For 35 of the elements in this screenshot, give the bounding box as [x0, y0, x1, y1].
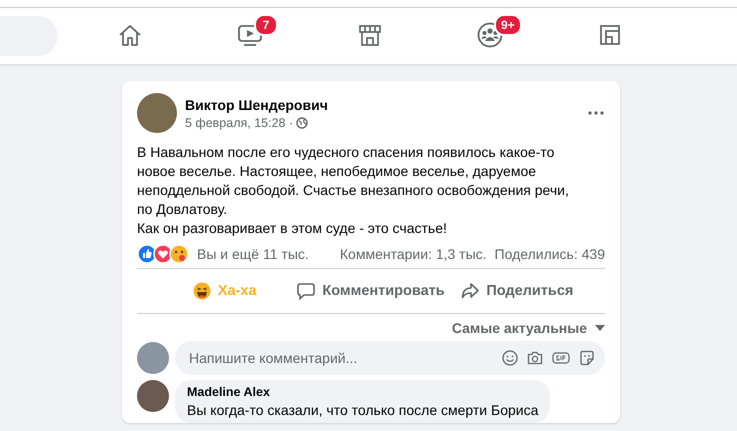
gif-icon[interactable] [552, 351, 570, 365]
comment-sort-dropdown[interactable]: Самые актуальные [452, 320, 605, 336]
emoji-icon[interactable] [502, 350, 518, 366]
comment-text: Вы когда-то сказали, что только после смерти Бориса [187, 401, 538, 419]
notification-badge: 9+ [494, 14, 522, 36]
commenter-name[interactable]: Madeline Alex [187, 385, 270, 399]
laughing-face-icon [192, 282, 211, 300]
gaming-icon [598, 22, 622, 46]
post-text: В Навальном после его чудесного спасения появилось какое-то новое веселье. Настоящее, непобедимое веселье, даруемое неподдельной свободой. Счастье внезапного освобождения речи, по Довлатову. [137, 143, 570, 219]
caret-icon [595, 325, 605, 331]
nav-tab[interactable]: 7 [190, 8, 310, 64]
author-name[interactable]: Виктор Шендерович [185, 96, 328, 112]
video-icon [237, 22, 263, 46]
comment-field[interactable]: Напишите комментарий... [175, 341, 605, 375]
user-avatar[interactable] [137, 342, 169, 374]
home-icon [117, 22, 143, 46]
camera-icon[interactable] [527, 350, 543, 366]
reactions-summary[interactable]: Вы и ещё 11 тыс. [197, 246, 309, 262]
nav-tab[interactable]: 9+ [430, 8, 550, 64]
author-avatar[interactable] [137, 93, 177, 133]
notification-badge: 7 [254, 14, 278, 36]
post-date[interactable]: 5 февраля, 15:28 · [185, 116, 294, 130]
action-button[interactable]: Комментировать [297, 274, 445, 308]
sticker-icon[interactable] [579, 350, 595, 366]
speech-bubble-icon [297, 282, 316, 300]
comment-input-field[interactable]: Напишите комментарий... [187, 349, 493, 367]
action-button[interactable]: Поделиться [444, 274, 590, 308]
comments-count[interactable]: Комментарии: 1,3 тыс. [340, 246, 487, 262]
commenter-avatar[interactable] [137, 380, 169, 412]
post-text: Как он разговаривает в этом суде - это счастье! [137, 219, 448, 238]
share-arrow-icon [461, 282, 480, 300]
store-icon [357, 22, 383, 46]
shares-count[interactable]: Поделились: 439 [494, 246, 605, 262]
ellipsis-icon [588, 111, 604, 115]
globe-icon [296, 116, 308, 128]
